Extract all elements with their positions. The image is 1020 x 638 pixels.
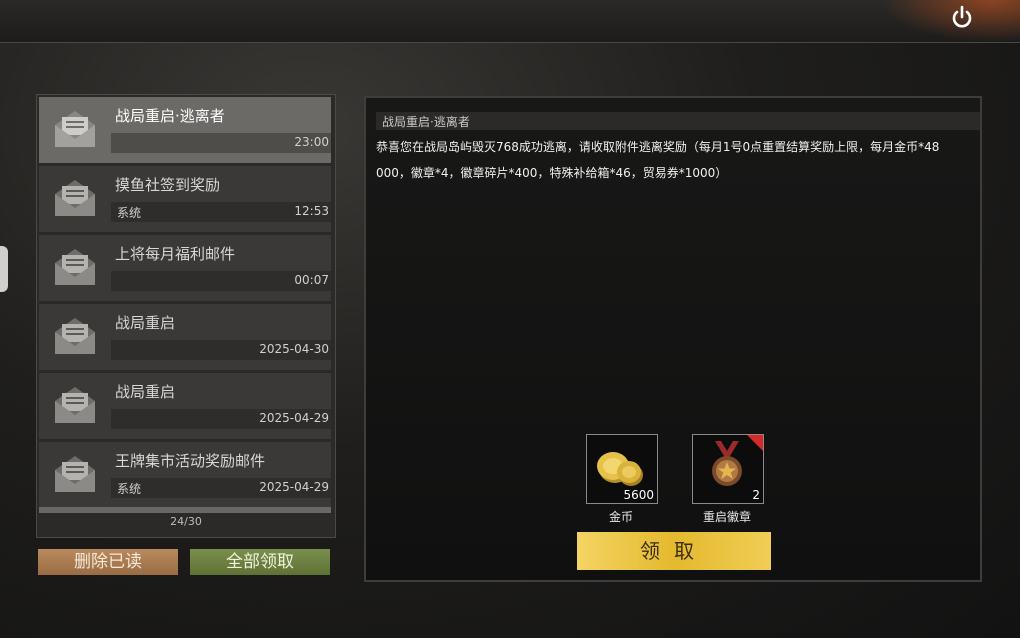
claim-button[interactable]: 领取	[577, 532, 771, 570]
mail-meta: 2025-04-30	[111, 340, 331, 360]
mail-time: 12:53	[294, 204, 329, 218]
mail-item[interactable]: 上将每月福利邮件 00:07	[39, 235, 331, 302]
envelope-icon	[55, 387, 95, 423]
list-scrollbar[interactable]	[39, 507, 331, 513]
power-icon[interactable]	[948, 3, 976, 31]
mail-title: 上将每月福利邮件	[115, 245, 236, 263]
reward-quantity: 5600	[623, 488, 654, 502]
mail-time: 2025-04-29	[259, 411, 329, 425]
mail-sender: 系统	[117, 206, 142, 220]
reward-quantity: 2	[752, 488, 760, 502]
reward-slot[interactable]: 5600	[586, 434, 658, 504]
new-badge-corner	[747, 435, 763, 451]
gold-coins-icon	[597, 452, 643, 486]
mail-meta: 2025-04-29	[111, 409, 331, 429]
mail-count: 24/30	[170, 515, 202, 528]
mail-title: 摸鱼社签到奖励	[115, 176, 221, 194]
claim-all-button[interactable]: 全部领取	[190, 549, 330, 575]
reward-name: 金币	[608, 510, 633, 524]
reward-slot[interactable]: 2	[692, 434, 764, 504]
mail-detail-panel: 战局重启·逃离者 恭喜您在战局岛屿毁灭768成功逃离，请收取附件逃离奖励（每月1…	[364, 96, 982, 582]
envelope-icon	[55, 318, 95, 354]
mail-meta: 00:07	[111, 271, 331, 291]
mail-meta: 系统 12:53	[111, 202, 331, 222]
mail-item[interactable]: 战局重启 2025-04-30	[39, 304, 331, 371]
detail-header: 战局重启·逃离者	[376, 112, 980, 130]
detail-title: 战局重启·逃离者	[382, 115, 470, 129]
envelope-icon	[55, 111, 95, 147]
delete-read-button[interactable]: 删除已读	[38, 549, 178, 575]
detail-body: 恭喜您在战局岛屿毁灭768成功逃离，请收取附件逃离奖励（每月1号0点重置结算奖励…	[376, 134, 976, 186]
mail-sender: 系统	[117, 482, 142, 496]
mail-time: 2025-04-29	[259, 480, 329, 494]
mail-title: 王牌集市活动奖励邮件	[115, 452, 266, 470]
envelope-icon	[55, 456, 95, 492]
mail-list: 战局重启·逃离者 23:00 摸鱼社签到奖励 系统 12:53 上将每月福利邮件	[36, 94, 336, 538]
mail-item[interactable]: 摸鱼社签到奖励 系统 12:53	[39, 166, 331, 233]
mail-title: 战局重启	[115, 383, 176, 401]
mail-title: 战局重启·逃离者	[115, 107, 225, 125]
mail-title: 战局重启	[115, 314, 176, 332]
side-tab[interactable]	[0, 246, 8, 292]
mail-time: 00:07	[294, 273, 329, 287]
envelope-icon	[55, 180, 95, 216]
mail-meta: 23:00	[111, 133, 331, 153]
mail-time: 2025-04-30	[259, 342, 329, 356]
mail-meta: 系统 2025-04-29	[111, 478, 331, 498]
top-bar	[0, 0, 1020, 43]
mail-time: 23:00	[294, 135, 329, 149]
mail-item[interactable]: 战局重启 2025-04-29	[39, 373, 331, 440]
envelope-icon	[55, 249, 95, 285]
mail-item[interactable]: 王牌集市活动奖励邮件 系统 2025-04-29	[39, 442, 331, 509]
detail-body-line: 恭喜您在战局岛屿毁灭768成功逃离，请收取附件逃离奖励（每月1号0点重置结算奖励…	[376, 140, 940, 154]
mail-item[interactable]: 战局重启·逃离者 23:00	[39, 97, 331, 164]
detail-body-line: 000，徽章*4，徽章碎片*400，特殊补给箱*46，贸易券*1000）	[376, 166, 728, 180]
reward-name: 重启徽章	[702, 510, 751, 524]
